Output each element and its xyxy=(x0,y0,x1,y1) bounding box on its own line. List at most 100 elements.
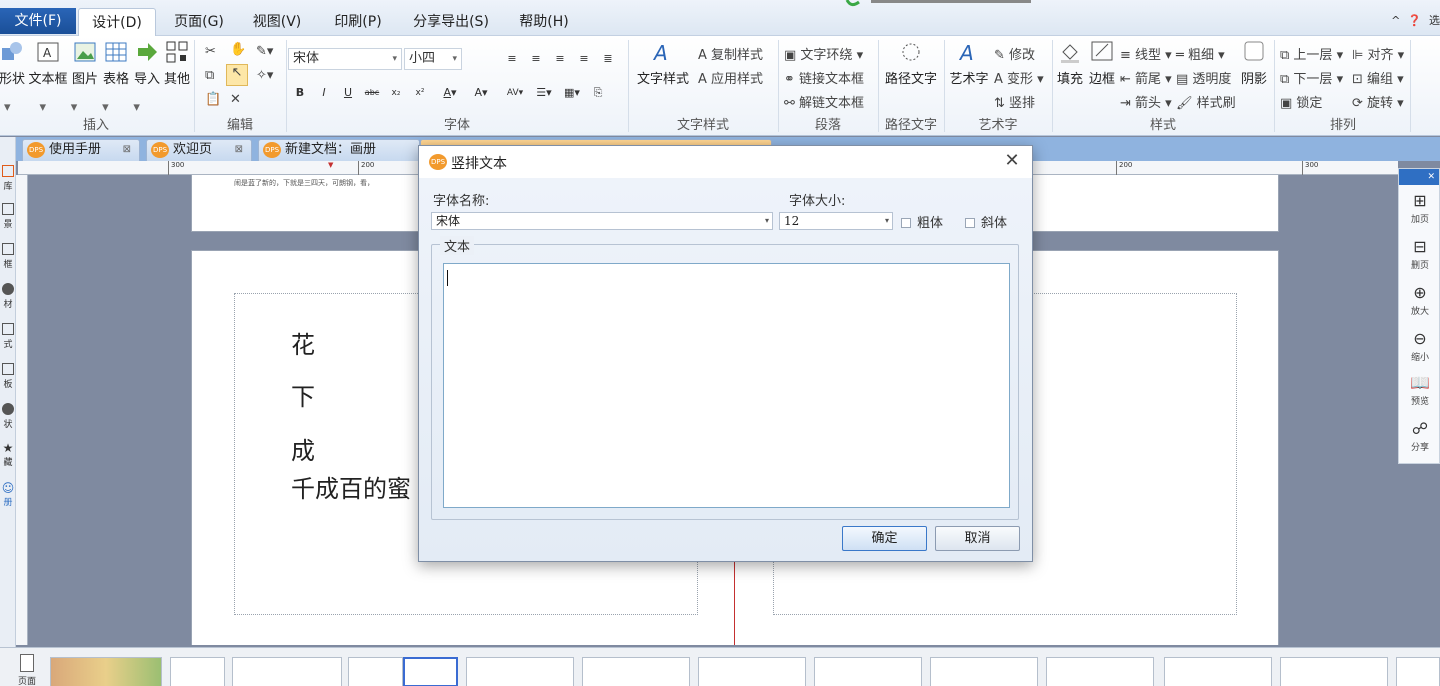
font-color-icon[interactable]: A▾ xyxy=(436,82,464,102)
opacity-button[interactable]: ▤ 透明度 xyxy=(1176,68,1231,87)
close-icon[interactable]: ✕ xyxy=(1002,150,1022,172)
thumbnail-cover[interactable] xyxy=(50,657,162,686)
highlight-color-icon[interactable]: A▾ xyxy=(468,82,494,102)
align-distribute-icon[interactable]: ≣ xyxy=(598,48,618,68)
delete-page-button[interactable]: ⊟ 删页 xyxy=(1399,237,1440,271)
style-brush-button[interactable]: 🖌 样式刷 xyxy=(1176,92,1236,111)
bold-icon[interactable]: B xyxy=(290,82,310,102)
thumbnail-page-selected[interactable] xyxy=(403,657,458,686)
insert-import-button[interactable]: 导入 xyxy=(132,40,162,87)
unlink-textbox-button[interactable]: ⚯ 解链文本框 xyxy=(784,92,864,111)
help-icon[interactable]: ❓ xyxy=(1408,14,1422,27)
menu-page[interactable]: 页面(G) xyxy=(166,8,232,36)
tab-new-doc-album[interactable]: DPS 新建文档：画册 xyxy=(258,139,420,161)
line-spacing-icon[interactable]: ☰▾ xyxy=(532,82,556,102)
shadow-button[interactable]: 阴影 xyxy=(1238,40,1270,87)
delete-icon[interactable]: ✕ xyxy=(230,92,241,107)
share-button[interactable]: ☍ 分享 xyxy=(1399,419,1440,453)
vertical-text-input[interactable] xyxy=(443,263,1010,508)
cut-icon[interactable]: ✂ xyxy=(205,44,216,59)
cancel-button[interactable]: 取消 xyxy=(935,526,1020,551)
modify-button[interactable]: ✎ 修改 xyxy=(994,44,1035,63)
collapse-ribbon-icon[interactable]: ^ xyxy=(1391,14,1400,27)
ok-button[interactable]: 确定 xyxy=(842,526,927,551)
bold-checkbox[interactable]: 粗体 xyxy=(901,212,943,231)
send-backward-button[interactable]: ⧉ 下一层 ▾ xyxy=(1280,68,1343,87)
weight-button[interactable]: ═ 粗细 ▾ xyxy=(1176,44,1225,63)
thumbnail-page[interactable] xyxy=(170,657,225,686)
align-justify-icon[interactable]: ≡ xyxy=(574,48,594,68)
font-size-combo[interactable]: 12 ▾ xyxy=(779,212,893,230)
magic-icon[interactable]: ✧▾ xyxy=(256,68,273,83)
insert-other-button[interactable]: 其他 xyxy=(162,40,192,87)
menu-file[interactable]: 文件(F) xyxy=(0,8,76,34)
font-size-select[interactable]: 小四 ▾ xyxy=(404,48,462,70)
close-icon[interactable]: ⊠ xyxy=(123,140,131,160)
lock-button[interactable]: ▣ 锁定 xyxy=(1280,92,1322,111)
path-text-button[interactable]: 路径文字 xyxy=(880,40,942,87)
columns-icon[interactable]: ▦▾ xyxy=(560,82,584,102)
left-panel-favorites[interactable]: ★ 藏 xyxy=(0,441,16,481)
thumbnail-page[interactable] xyxy=(814,657,922,686)
bring-forward-button[interactable]: ⧉ 上一层 ▾ xyxy=(1280,44,1343,63)
add-page-button[interactable]: ⊞ 加页 xyxy=(1399,191,1440,225)
apply-style-button[interactable]: A 应用样式 xyxy=(698,68,763,87)
thumbnail-page[interactable] xyxy=(1280,657,1388,686)
text-style-button[interactable]: A 文字样式 xyxy=(633,40,693,87)
align-right-icon[interactable]: ≡ xyxy=(550,48,570,68)
tab-welcome[interactable]: DPS 欢迎页 ⊠ xyxy=(146,139,252,161)
thumbnail-page[interactable] xyxy=(1396,657,1440,686)
align-button[interactable]: ⊫ 对齐 ▾ xyxy=(1352,44,1404,63)
border-button[interactable]: 边框 xyxy=(1086,40,1118,87)
zoom-out-button[interactable]: ⊖ 缩小 xyxy=(1399,329,1440,363)
align-left-icon[interactable]: ≡ xyxy=(502,48,522,68)
left-panel-shape[interactable]: 状 xyxy=(0,401,16,441)
thumbnail-page[interactable] xyxy=(348,657,403,686)
thumbnail-page[interactable] xyxy=(232,657,342,686)
menu-help[interactable]: 帮助(H) xyxy=(512,8,576,36)
hand-icon[interactable]: ✋ xyxy=(230,42,246,57)
insert-textbox-button[interactable]: A 文本框 xyxy=(26,40,70,87)
menu-design[interactable]: 设计(D) xyxy=(78,8,156,36)
font-name-combo[interactable]: 宋体 ▾ xyxy=(431,212,773,230)
underline-icon[interactable]: U xyxy=(338,82,358,102)
menu-right-label[interactable]: 选 xyxy=(1429,14,1440,27)
copy-style-button[interactable]: A 复制样式 xyxy=(698,44,763,63)
insert-image-button[interactable]: 图片 xyxy=(70,40,100,87)
italic-checkbox[interactable]: 斜体 xyxy=(965,212,1007,231)
line-type-button[interactable]: ≡ 线型 ▾ xyxy=(1120,44,1172,63)
left-panel-template[interactable]: 板 xyxy=(0,361,16,401)
paste-icon[interactable]: 📋 xyxy=(205,92,221,107)
close-icon[interactable]: ✕ xyxy=(1399,169,1439,185)
select-pointer-icon[interactable]: ↖ xyxy=(226,64,248,86)
preview-button[interactable]: 📖 预览 xyxy=(1399,373,1440,407)
strikethrough-icon[interactable]: abc xyxy=(362,82,382,102)
thumbnail-page[interactable] xyxy=(698,657,806,686)
group-button[interactable]: ⊡ 编组 ▾ xyxy=(1352,68,1404,87)
menu-share-export[interactable]: 分享导出(S) xyxy=(406,8,496,36)
thumbnail-page[interactable] xyxy=(1164,657,1272,686)
link-textbox-button[interactable]: ⚭ 链接文本框 xyxy=(784,68,864,87)
insert-shape-button[interactable]: 形状 xyxy=(0,40,26,87)
transform-button[interactable]: A 变形 ▾ xyxy=(994,68,1044,87)
art-text-button[interactable]: A 艺术字 xyxy=(946,40,992,87)
zoom-in-button[interactable]: ⊕ 放大 xyxy=(1399,283,1440,317)
highlight-icon[interactable]: ✎▾ xyxy=(256,44,273,59)
text-wrap-button[interactable]: ▣ 文字环绕 ▾ xyxy=(784,44,863,63)
italic-icon[interactable]: I xyxy=(314,82,334,102)
align-center-icon[interactable]: ≡ xyxy=(526,48,546,68)
superscript-icon[interactable]: x² xyxy=(410,82,430,102)
fill-button[interactable]: 填充 xyxy=(1054,40,1086,87)
left-panel-library[interactable]: 库 xyxy=(0,163,16,203)
thumbnail-page[interactable] xyxy=(466,657,574,686)
arrow-tail-button[interactable]: ⇤ 箭尾 ▾ xyxy=(1120,68,1172,87)
left-panel-style[interactable]: 式 xyxy=(0,321,16,361)
thumbnail-page[interactable] xyxy=(930,657,1038,686)
copy-icon[interactable]: ⧉ xyxy=(205,68,214,83)
insert-table-button[interactable]: 表格 xyxy=(101,40,131,87)
left-panel-album[interactable]: ☺ 册 xyxy=(0,481,16,521)
thumbnail-page[interactable] xyxy=(582,657,690,686)
menu-view[interactable]: 视图(V) xyxy=(244,8,310,36)
left-panel-material[interactable]: 材 xyxy=(0,281,16,321)
ruler-marker-icon[interactable]: ▼ xyxy=(328,161,333,169)
